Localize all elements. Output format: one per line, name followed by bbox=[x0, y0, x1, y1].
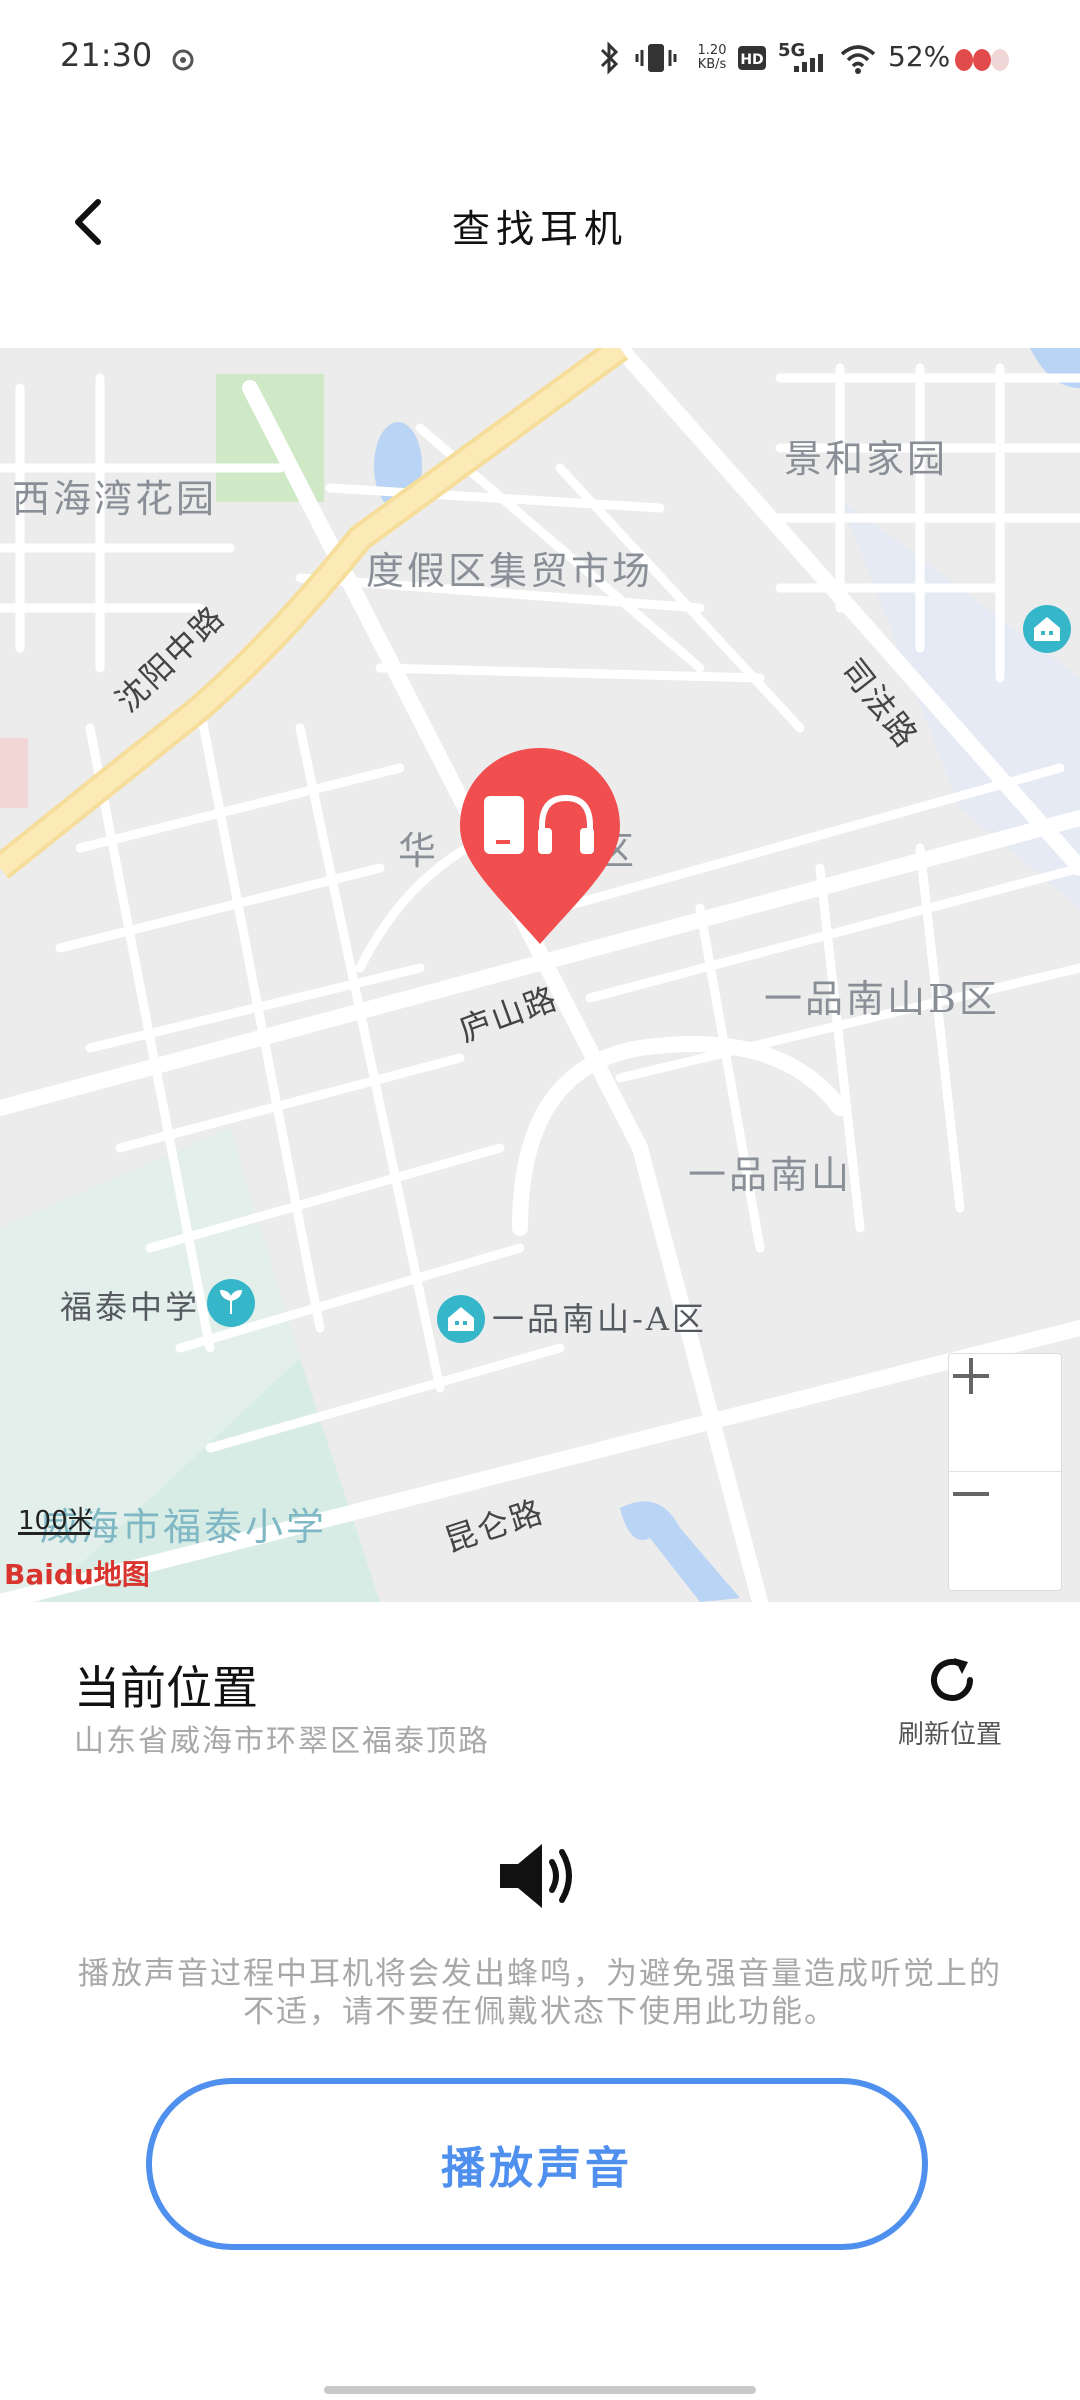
refresh-location-button[interactable]: 刷新位置 bbox=[880, 1640, 1020, 1750]
plus-icon bbox=[953, 1358, 989, 1394]
school-poi-icon bbox=[207, 1279, 255, 1327]
map-label-yipin-a: 一品南山-A区 bbox=[492, 1300, 707, 1338]
residence-poi-icon-right bbox=[1023, 605, 1071, 653]
svg-text:HD: HD bbox=[740, 52, 763, 68]
page-title: 查找耳机 bbox=[451, 207, 628, 251]
speaker-icon bbox=[500, 1844, 572, 1908]
earphone-location-pin-icon[interactable] bbox=[456, 744, 624, 954]
map-label-dujiaqu: 度假区集贸市场 bbox=[366, 549, 654, 593]
battery-strawberry-icon bbox=[955, 49, 1009, 71]
map-label-yipin: 一品南山 bbox=[688, 1153, 853, 1197]
sound-notice-text: 播放声音过程中耳机将会发出蜂鸣，为避免强音量造成听觉上的不适，请不要在佩戴状态下… bbox=[78, 1956, 1002, 2030]
play-sound-button[interactable]: 播放声音 bbox=[146, 2078, 928, 2250]
current-location-title: 当前位置 bbox=[74, 1661, 258, 1715]
map-label-hua: 华 bbox=[398, 829, 440, 873]
map-view[interactable]: 西海湾花园 景和家园 度假区集贸市场 沈阳中路 司法路 华 区 庐山路 一品南山… bbox=[0, 348, 1080, 1602]
minus-icon bbox=[953, 1492, 989, 1496]
battery-level: 52% bbox=[888, 40, 951, 73]
zoom-in-button[interactable] bbox=[949, 1354, 1061, 1472]
hd-icon: HD bbox=[738, 46, 766, 70]
signal-icon bbox=[794, 54, 823, 72]
map-scale-bar bbox=[18, 1532, 90, 1535]
home-indicator[interactable] bbox=[324, 2386, 756, 2394]
vibrate-icon bbox=[635, 44, 677, 72]
map-label-jingyuan: 景和家园 bbox=[784, 437, 949, 481]
refresh-location-label: 刷新位置 bbox=[897, 1720, 1002, 1750]
net-speed: 1.20 KB/s bbox=[697, 43, 727, 72]
hotspot-icon bbox=[172, 49, 194, 71]
status-bar: 21:30 1.20 KB/s HD 5G 52% bbox=[0, 0, 1080, 120]
bluetooth-icon bbox=[600, 41, 619, 75]
status-time: 21:30 bbox=[60, 36, 153, 74]
zoom-control bbox=[948, 1353, 1062, 1591]
map-label-yipin-b: 一品南山B区 bbox=[764, 977, 1000, 1021]
map-label-futai-school: 福泰中学 bbox=[60, 1288, 201, 1326]
wifi-icon bbox=[840, 45, 876, 74]
header: 查找耳机 bbox=[0, 140, 1080, 300]
residence-poi-icon bbox=[437, 1295, 485, 1343]
map-label-xihaiwan: 西海湾花园 bbox=[12, 477, 218, 521]
refresh-icon bbox=[931, 1658, 973, 1701]
zoom-out-button[interactable] bbox=[949, 1472, 1061, 1589]
baidu-map-logo: Baidu地图 bbox=[4, 1558, 150, 1591]
current-location-address: 山东省威海市环翠区福泰顶路 bbox=[74, 1724, 490, 1759]
